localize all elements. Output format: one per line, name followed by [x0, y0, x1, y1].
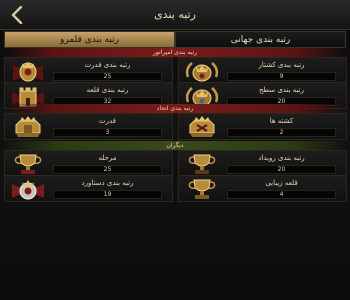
card-alliance-kills[interactable]: کشته ها 2 [178, 113, 347, 140]
card-stage[interactable]: مرحله 25 [4, 150, 173, 177]
card-label: کشته ها [269, 117, 294, 125]
tab-territory-ranking[interactable]: رتبه بندی قلمرو [4, 31, 175, 48]
card-value: 25 [53, 72, 162, 81]
section-alliance-header: رتبه بندی اتحاد [4, 104, 346, 113]
card-label: قدرت [99, 117, 116, 125]
card-label: رتبه بندی کشتار [258, 61, 305, 69]
page-title: رتبه بندی [154, 8, 196, 21]
card-beauty-castle[interactable]: قلعه زیبایی 4 [178, 175, 347, 202]
card-value: 3 [53, 128, 162, 137]
card-alliance-power[interactable]: قدرت 3 [4, 113, 173, 140]
card-value: 4 [227, 190, 336, 199]
stage-cup-icon [8, 152, 48, 177]
alliance-power-emblem-icon [8, 115, 48, 140]
card-value: 9 [227, 72, 336, 81]
alliance-kills-emblem-icon [182, 115, 222, 140]
card-label: رتبه بندی قلعه [86, 86, 129, 94]
card-label: قلعه زیبایی [265, 179, 298, 187]
card-value: 2 [227, 128, 336, 137]
section-emperor-header: رتبه بندی امپراتور [4, 48, 346, 57]
crest-emblem-icon [8, 59, 48, 84]
card-event-rank[interactable]: رتبه بندی رویداد 20 [178, 150, 347, 177]
wreath-emblem-icon [182, 59, 222, 84]
beauty-cup-icon [182, 177, 222, 202]
card-value: 25 [53, 165, 162, 174]
achievement-emblem-icon [8, 177, 48, 202]
card-label: مرحله [98, 154, 117, 162]
tab-global-ranking[interactable]: رتبه بندی جهانی [175, 31, 346, 48]
event-cup-icon [182, 152, 222, 177]
card-power-rank[interactable]: رتبه بندی قدرت 25 [4, 57, 173, 84]
card-value: 20 [227, 165, 336, 174]
ranking-screen: رتبه بندی رتبه بندی قلمرو رتبه بندی جهان… [0, 0, 350, 300]
card-achievement-rank[interactable]: رتبه بندی دستاورد 19 [4, 175, 173, 202]
card-label: رتبه بندی رویداد [258, 154, 305, 162]
title-bar: رتبه بندی [0, 0, 350, 30]
card-label: رتبه بندی سطح [259, 86, 304, 94]
section-others-header: دیگران [4, 141, 346, 150]
card-label: رتبه بندی دستاورد [81, 179, 134, 187]
card-value: 19 [53, 190, 162, 199]
card-kill-rank[interactable]: رتبه بندی کشتار 9 [178, 57, 347, 84]
tab-bar: رتبه بندی قلمرو رتبه بندی جهانی [4, 31, 346, 48]
card-label: رتبه بندی قدرت [84, 61, 131, 69]
